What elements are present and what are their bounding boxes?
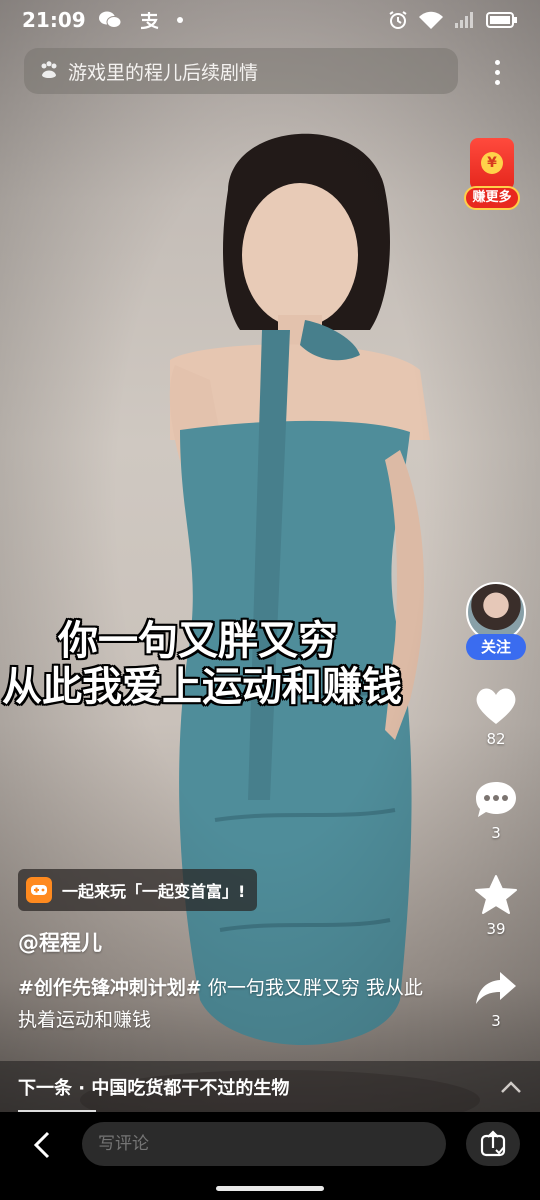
share-button[interactable]: 3 <box>464 968 528 1030</box>
comment-count: 3 <box>491 824 501 842</box>
video-caption: 你一句又胖又穷 从此我爱上运动和赚钱 <box>0 618 540 710</box>
export-share-button[interactable] <box>466 1122 520 1166</box>
caption-line-2: 从此我爱上运动和赚钱 <box>2 664 402 710</box>
bottom-bar <box>0 1112 540 1176</box>
comment-bubble-icon <box>476 782 516 817</box>
wifi-icon <box>419 11 443 29</box>
share-count: 3 <box>491 1012 501 1030</box>
share-arrow-icon <box>476 972 516 1004</box>
red-packet-label: 赚更多 <box>464 186 520 210</box>
more-dot-icon <box>494 69 500 75</box>
video-progress-bar[interactable] <box>18 1110 96 1112</box>
status-time: 21:09 <box>22 8 86 32</box>
like-count: 82 <box>486 730 506 748</box>
alarm-icon <box>389 11 407 29</box>
game-promo-banner[interactable]: 一起来玩「一起变首富」! <box>18 869 258 911</box>
signal-icon <box>455 12 473 28</box>
video-description: #创作先锋冲刺计划# 你一句我又胖又穷 我从此执着运动和赚钱 <box>18 972 428 1036</box>
favorite-count: 39 <box>486 920 506 938</box>
star-icon <box>475 875 517 914</box>
game-promo-text: 一起来玩「一起变首富」! <box>62 882 246 901</box>
favorite-button[interactable]: 39 <box>464 874 528 938</box>
follow-button[interactable]: 关注 <box>466 634 526 660</box>
author-avatar-group[interactable]: 关注 <box>466 582 526 660</box>
author-name[interactable]: @程程儿 <box>18 927 102 957</box>
gamepad-icon <box>26 877 52 903</box>
chevron-up-icon <box>501 1080 521 1093</box>
next-video-label: 下一条 · 中国吃货都干不过的生物 <box>18 1077 290 1099</box>
coin-icon: ¥ <box>481 152 503 174</box>
heart-icon <box>476 688 516 724</box>
like-button[interactable]: 82 <box>464 686 528 748</box>
battery-icon <box>486 12 517 28</box>
wechat-icon <box>98 11 122 28</box>
red-packet-button[interactable]: ¥ 赚更多 <box>464 138 520 212</box>
more-dot-icon <box>494 79 500 85</box>
status-bar: 21:09 <box>0 0 540 40</box>
baidu-paw-icon <box>41 61 57 78</box>
alipay-icon <box>140 12 158 30</box>
back-arrow-icon[interactable] <box>28 1130 58 1160</box>
hashtag-link[interactable]: #创作先锋冲刺计划# <box>18 977 202 999</box>
more-options-button[interactable] <box>480 52 514 92</box>
more-dot-icon <box>494 59 500 65</box>
comment-button[interactable]: 3 <box>464 780 528 842</box>
next-video-bar[interactable]: 下一条 · 中国吃货都干不过的生物 <box>0 1061 540 1112</box>
dot-icon <box>176 17 183 23</box>
search-bar[interactable]: 游戏里的程儿后续剧情 <box>24 48 458 94</box>
search-query: 游戏里的程儿后续剧情 <box>68 61 259 84</box>
avatar[interactable] <box>466 582 526 642</box>
home-indicator[interactable] <box>216 1186 324 1191</box>
comment-input[interactable] <box>82 1122 446 1166</box>
share-box-icon <box>480 1130 506 1157</box>
caption-line-1: 你一句又胖又穷 <box>58 618 338 664</box>
